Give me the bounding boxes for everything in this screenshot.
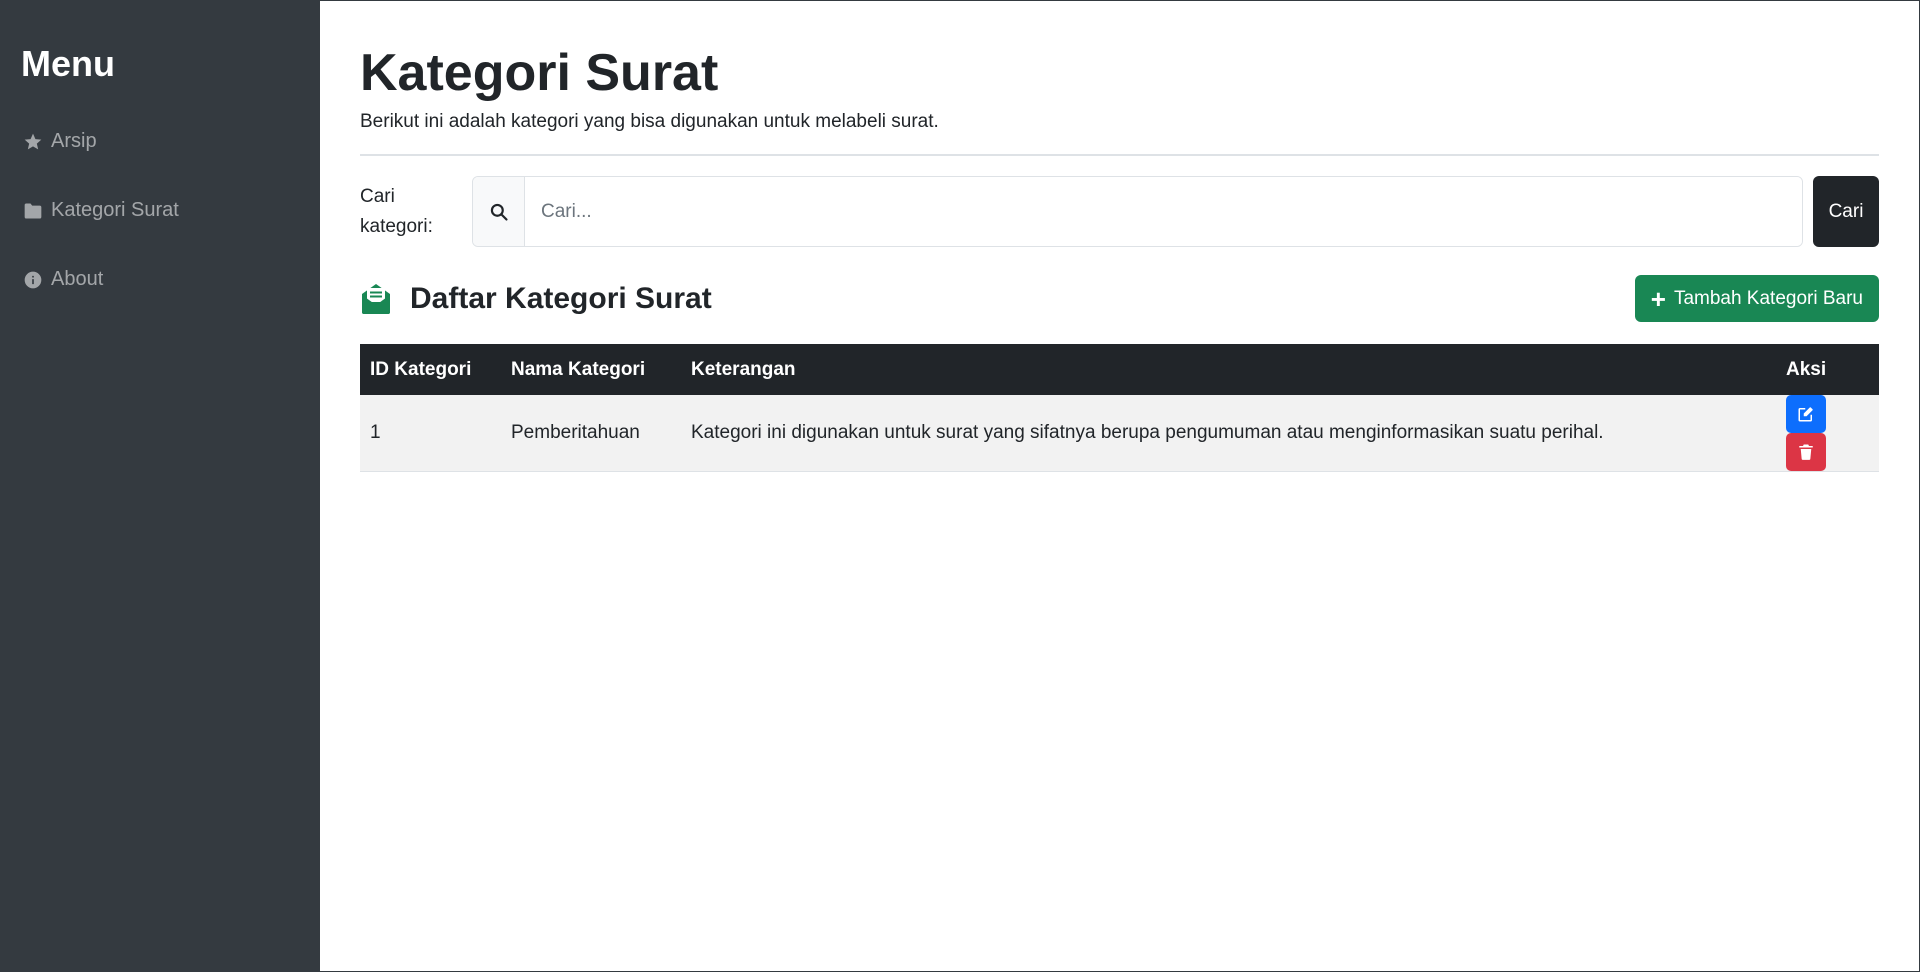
sidebar-item-about[interactable]: About	[21, 245, 300, 314]
search-form: Cari kategori: Cari	[360, 176, 1879, 247]
list-title-text: Daftar Kategori Surat	[410, 281, 712, 315]
envelope-open-text-icon	[362, 283, 390, 314]
cell-aksi	[1776, 395, 1879, 472]
sidebar: Menu Arsip Kategori Surat About	[1, 1, 320, 971]
sidebar-item-label: About	[51, 268, 104, 290]
delete-button[interactable]	[1786, 433, 1826, 471]
page-subtitle: Berikut ini adalah kategori yang bisa di…	[360, 111, 939, 132]
table-row: 1 Pemberitahuan Kategori ini digunakan u…	[360, 395, 1879, 472]
edit-button[interactable]	[1786, 395, 1826, 433]
sidebar-title: Menu	[21, 43, 115, 84]
search-icon	[473, 177, 525, 246]
sidebar-item-label: Arsip	[51, 130, 97, 152]
main-content: Kategori Surat Berikut ini adalah katego…	[320, 1, 1919, 971]
list-header: Daftar Kategori Surat + Tambah Kategori …	[360, 275, 1879, 322]
category-table: ID Kategori Nama Kategori Keterangan Aks…	[360, 344, 1879, 472]
edit-icon	[1798, 407, 1813, 422]
cell-nama: Pemberitahuan	[511, 422, 640, 443]
sidebar-item-label: Kategori Surat	[51, 199, 179, 221]
search-input[interactable]	[525, 177, 1802, 246]
column-header-aksi: Aksi	[1786, 358, 1827, 380]
search-input-group	[472, 176, 1803, 247]
trash-icon	[1799, 444, 1813, 460]
sidebar-item-kategori-surat[interactable]: Kategori Surat	[21, 176, 300, 245]
search-label: Cari kategori:	[360, 185, 433, 237]
add-category-button[interactable]: + Tambah Kategori Baru	[1634, 275, 1879, 322]
info-circle-icon	[21, 268, 45, 292]
folder-icon	[21, 199, 45, 223]
page-title: Kategori Surat	[360, 44, 719, 102]
table-header-row: ID Kategori Nama Kategori Keterangan Aks…	[360, 344, 1879, 395]
cell-keterangan: Kategori ini digunakan untuk surat yang …	[691, 422, 1604, 443]
add-category-label: Tambah Kategori Baru	[1673, 287, 1863, 309]
cell-id: 1	[370, 422, 381, 443]
column-header-nama: Nama Kategori	[511, 358, 646, 380]
star-icon	[21, 130, 45, 154]
column-header-id: ID Kategori	[370, 358, 472, 380]
column-header-keterangan: Keterangan	[691, 358, 796, 380]
list-title: Daftar Kategori Surat	[360, 282, 712, 316]
sidebar-item-arsip[interactable]: Arsip	[21, 107, 300, 176]
plus-icon: +	[1650, 283, 1666, 314]
divider	[360, 154, 1879, 156]
search-button[interactable]: Cari	[1813, 176, 1879, 247]
